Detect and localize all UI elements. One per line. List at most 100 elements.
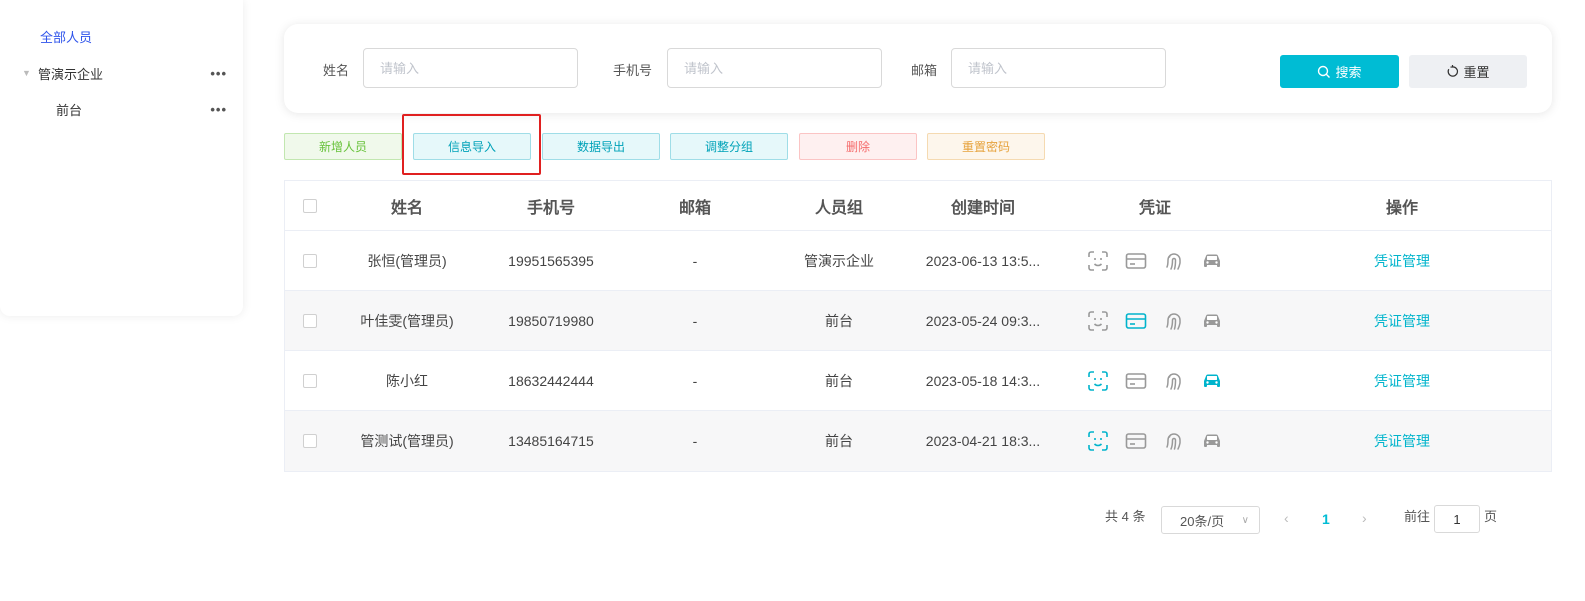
car-icon [1204,373,1220,387]
fingerprint-icon [1166,372,1181,390]
caret-down-icon[interactable]: ▼ [22,68,38,78]
credential-icons [1055,369,1255,393]
select-all-checkbox[interactable] [303,198,317,213]
cell-email: - [692,433,698,449]
face-id-icon [1088,250,1108,271]
refresh-icon [1448,65,1459,77]
cell-created: 2023-06-13 13:5... [925,252,1041,269]
cell-created: 2023-05-24 09:3... [925,312,1041,329]
name-input[interactable] [363,48,578,88]
staff-table: 姓名 手机号 邮箱 人员组 创建时间 凭证 操作 张恒(管理员) 1995156… [284,180,1552,472]
search-panel: 姓名 手机号 邮箱 搜索 重置 [284,24,1552,113]
reset-button-label: 重置 [1463,65,1490,80]
car-icon [1204,434,1220,447]
tree-item-demo-company[interactable]: ▼ 管演示企业 ••• [22,62,227,84]
header-credential: 凭证 [1138,199,1171,217]
add-staff-button[interactable]: 新增人员 [284,133,402,160]
tree-item-label: 管演示企业 [38,66,104,82]
export-button[interactable]: 数据导出 [542,133,660,160]
credential-icons [1055,309,1255,333]
card-icon [1125,252,1147,269]
reset-button[interactable]: 重置 [1409,55,1527,88]
header-email: 邮箱 [678,199,711,217]
cell-group: 前台 [825,372,853,389]
credential-manage-link[interactable]: 凭证管理 [1374,433,1430,449]
page-number[interactable]: 1 [1322,511,1330,527]
cell-group: 前台 [825,433,853,449]
search-icon [1318,65,1331,78]
chevron-down-icon: ∨ [1241,514,1249,526]
goto-page-input[interactable] [1434,505,1480,533]
highlight-box [402,114,541,175]
search-button[interactable]: 搜索 [1280,55,1399,88]
cell-group: 前台 [825,312,853,329]
header-created: 创建时间 [950,199,1015,217]
fingerprint-icon [1166,252,1181,270]
cell-name: 叶佳雯(管理员) [360,312,454,329]
pagination-total: 共 4 条 [1105,509,1146,524]
tree-item-all-staff[interactable]: 全部人员 [40,27,92,46]
row-checkbox[interactable] [303,434,317,448]
page-suffix: 页 [1484,509,1498,524]
name-label: 姓名 [323,63,350,78]
credential-manage-link[interactable]: 凭证管理 [1374,313,1430,329]
table-row: 陈小红 18632442444 - 前台 2023-05-18 14:3... [285,351,1551,411]
table-row: 管测试(管理员) 13485164715 - 前台 2023-04-21 18:… [285,411,1551,471]
row-checkbox[interactable] [303,373,317,388]
table-row: 叶佳雯(管理员) 19850719980 - 前台 2023-05-24 09:… [285,291,1551,351]
cell-group: 管演示企业 [804,252,874,269]
credential-icons [1055,429,1255,453]
row-checkbox[interactable] [303,253,317,268]
email-label: 邮箱 [911,63,938,78]
goto-label: 前往 [1404,509,1431,524]
cell-name: 陈小红 [386,372,428,389]
regroup-button[interactable]: 调整分组 [670,133,788,160]
cell-email: - [692,312,698,329]
cell-phone: 13485164715 [508,433,594,449]
more-icon[interactable]: ••• [210,102,227,117]
header-group: 人员组 [814,199,863,217]
page-size-select[interactable]: 20条/页 ∨ [1161,506,1260,534]
table-row: 张恒(管理员) 19951565395 - 管演示企业 2023-06-13 1… [285,231,1551,291]
cell-created: 2023-05-18 14:3... [925,372,1041,389]
cell-phone: 19850719980 [508,312,594,329]
tree-item-front-desk[interactable]: 前台 ••• [40,98,227,120]
email-input[interactable] [951,48,1166,88]
header-name: 姓名 [390,199,423,217]
reset-password-button[interactable]: 重置密码 [927,133,1045,160]
delete-button[interactable]: 删除 [799,133,917,160]
search-button-label: 搜索 [1335,65,1362,80]
fingerprint-icon [1166,312,1181,330]
face-id-icon [1088,310,1108,331]
face-id-icon [1088,370,1108,391]
more-icon[interactable]: ••• [210,66,227,81]
cell-name: 管测试(管理员) [360,433,454,449]
card-icon [1125,433,1147,449]
cell-email: - [692,372,698,389]
table-header: 姓名 手机号 邮箱 人员组 创建时间 凭证 操作 [285,181,1551,231]
car-icon [1204,313,1220,327]
next-page-icon[interactable]: › [1362,510,1367,526]
header-action: 操作 [1385,199,1418,217]
header-phone: 手机号 [526,199,575,217]
table-body: 张恒(管理员) 19951565395 - 管演示企业 2023-06-13 1… [285,231,1551,471]
phone-label: 手机号 [613,63,653,78]
phone-input[interactable] [667,48,882,88]
cell-name: 张恒(管理员) [367,252,447,269]
cell-phone: 19951565395 [508,252,594,269]
group-tree-panel: 全部人员 ▼ 管演示企业 ••• 前台 ••• [0,0,243,316]
cell-created: 2023-04-21 18:3... [925,433,1041,449]
credential-manage-link[interactable]: 凭证管理 [1374,373,1430,389]
face-id-icon [1088,431,1108,451]
row-checkbox[interactable] [303,313,317,328]
fingerprint-icon [1166,433,1181,450]
credential-icons [1055,249,1255,273]
prev-page-icon[interactable]: ‹ [1284,510,1289,526]
cell-email: - [692,252,698,269]
page-size-value: 20条/页 [1180,513,1225,529]
tree-item-label: 前台 [56,102,83,118]
card-icon [1125,312,1147,329]
cell-phone: 18632442444 [508,372,594,389]
car-icon [1204,253,1220,267]
credential-manage-link[interactable]: 凭证管理 [1374,253,1430,269]
